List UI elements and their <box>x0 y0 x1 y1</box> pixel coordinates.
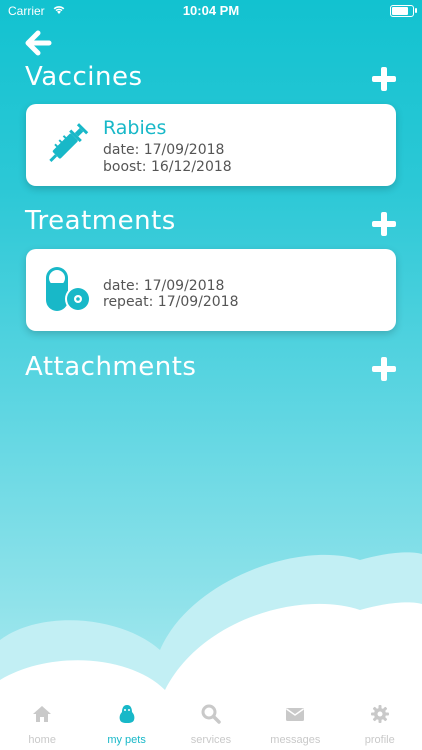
clock: 10:04 PM <box>182 3 240 18</box>
syringe-icon <box>49 123 89 162</box>
treatment-date: date: 17/09/2018 <box>103 278 225 294</box>
envelope-icon <box>286 708 305 721</box>
status-bar: Carrier 10:04 PM <box>0 0 422 22</box>
pet-icon <box>119 705 134 723</box>
tab-home-label: home <box>28 734 56 746</box>
vaccine-card[interactable]: Rabies date: 17/09/2018 boost: 16/12/201… <box>26 104 396 186</box>
home-icon <box>33 706 52 722</box>
vaccines-title: Vaccines <box>25 62 143 92</box>
vaccine-boost: boost: 16/12/2018 <box>103 159 232 175</box>
treatments-title: Treatments <box>25 206 176 236</box>
treatment-card[interactable]: date: 17/09/2018 repeat: 17/09/2018 <box>26 249 396 331</box>
back-arrow-icon[interactable] <box>24 30 52 56</box>
tab-bar: home my pets services messages profile <box>0 700 422 750</box>
add-treatment-button[interactable] <box>372 212 396 236</box>
search-icon <box>201 704 221 724</box>
tab-messages[interactable]: messages <box>255 704 335 750</box>
tab-home[interactable]: home <box>2 704 82 750</box>
tab-profile-label: profile <box>364 734 395 746</box>
gear-icon <box>370 705 389 723</box>
tab-services-label: services <box>190 734 232 746</box>
add-vaccine-button[interactable] <box>372 67 396 91</box>
treatment-repeat: repeat: 17/09/2018 <box>103 294 239 310</box>
attachments-title: Attachments <box>25 352 197 382</box>
tab-my-pets-label: my pets <box>107 734 146 746</box>
tab-messages-label: messages <box>270 734 321 746</box>
tab-services[interactable]: services <box>171 704 251 750</box>
pills-icon <box>46 267 91 312</box>
battery-icon <box>390 5 417 17</box>
tab-profile[interactable]: profile <box>340 704 420 750</box>
vaccine-date: date: 17/09/2018 <box>103 142 225 158</box>
add-attachment-button[interactable] <box>372 357 396 381</box>
tab-my-pets[interactable]: my pets <box>87 704 167 750</box>
vaccine-name: Rabies <box>103 117 167 139</box>
